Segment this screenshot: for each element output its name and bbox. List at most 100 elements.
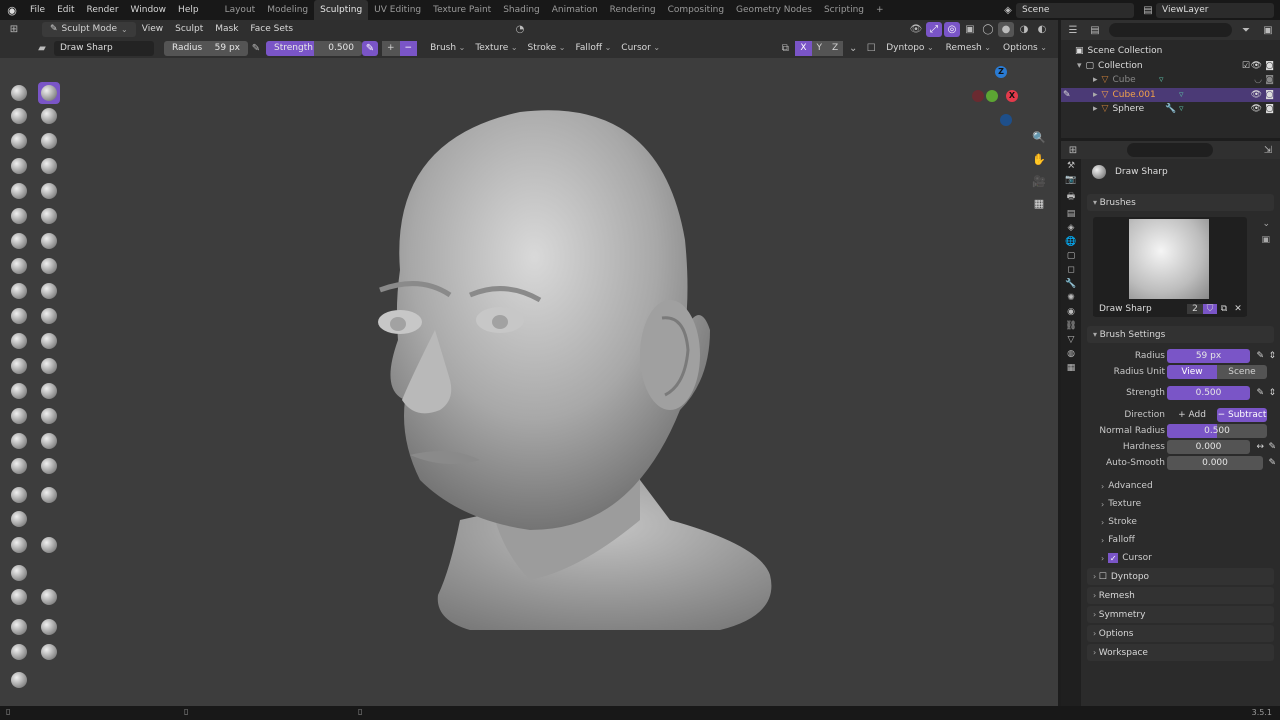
scale-icon[interactable] bbox=[8, 616, 30, 638]
options-menu[interactable]: Options bbox=[998, 43, 1052, 53]
invert-arrows-icon[interactable]: ↔ bbox=[1256, 442, 1264, 452]
camera-render-icon[interactable]: ◙ bbox=[1265, 75, 1274, 85]
gizmo-y-icon[interactable] bbox=[986, 90, 998, 102]
dyntopo-checkbox[interactable]: ☐ bbox=[1099, 572, 1107, 582]
subpanel-stroke[interactable]: › Stroke bbox=[1101, 515, 1137, 529]
menu-view[interactable]: View bbox=[136, 20, 169, 38]
chevron-down-icon[interactable]: ⌄ bbox=[845, 41, 861, 56]
new-collection-icon[interactable]: ▣ bbox=[1260, 23, 1276, 38]
properties-editor-icon[interactable]: ⊞ bbox=[1065, 143, 1081, 158]
navigation-gizmo[interactable]: Z X bbox=[972, 64, 1042, 126]
strength-pressure-icon[interactable]: ✎ bbox=[362, 40, 378, 56]
tool-43-icon[interactable] bbox=[38, 641, 60, 663]
clay-strips-icon[interactable] bbox=[38, 105, 60, 127]
modifier-tab-icon[interactable]: 🔧 bbox=[1065, 279, 1076, 289]
falloff-menu[interactable]: Falloff bbox=[570, 43, 616, 53]
multiplane-scrape-icon[interactable] bbox=[38, 230, 60, 252]
draw-icon[interactable] bbox=[8, 82, 30, 104]
expand-arrow-icon[interactable]: ▸ bbox=[1093, 90, 1098, 100]
crease-icon[interactable] bbox=[8, 180, 30, 202]
pin-icon[interactable]: ⇲ bbox=[1260, 143, 1276, 158]
3d-viewport[interactable]: ⊞ ✎ Sculpt Mode ⌄ View Sculpt Mask Face … bbox=[0, 20, 1058, 706]
layer-icon[interactable] bbox=[38, 130, 60, 152]
gizmo-x-icon[interactable]: X bbox=[1006, 90, 1018, 102]
scene-tab-icon[interactable]: ◈ bbox=[1068, 223, 1075, 233]
cloth-filter-icon[interactable] bbox=[8, 508, 30, 530]
gizmo-toggle-icon[interactable]: ⤢ bbox=[926, 22, 942, 37]
outliner-row-sphere[interactable]: ▸ ▽ Sphere 🔧 ▿ 👁 ◙ bbox=[1061, 102, 1280, 117]
render-tab-icon[interactable]: 📷 bbox=[1065, 175, 1076, 185]
pose-icon[interactable] bbox=[38, 305, 60, 327]
box-mask-icon[interactable] bbox=[8, 430, 30, 452]
properties-search-input[interactable] bbox=[1127, 143, 1213, 157]
scene-selector[interactable]: Scene bbox=[1016, 2, 1134, 18]
remesh-menu[interactable]: Remesh bbox=[941, 43, 996, 53]
radius-unit-scene-button[interactable]: Scene bbox=[1217, 365, 1267, 379]
pressure-icon[interactable]: ✎ bbox=[1256, 388, 1264, 398]
mode-selector[interactable]: ✎ Sculpt Mode ⌄ bbox=[42, 21, 136, 37]
expand-arrow-icon[interactable]: ▾ bbox=[1077, 61, 1082, 71]
view-layer-icon[interactable]: ▤ bbox=[1140, 3, 1156, 18]
world-tab-icon[interactable]: 🌐 bbox=[1065, 237, 1076, 247]
menu-file[interactable]: File bbox=[24, 0, 51, 20]
symmetry-x-button[interactable]: X bbox=[795, 40, 812, 56]
outliner-row-cube[interactable]: ▸ ▽ Cube ▿ ◡ ◙ bbox=[1061, 73, 1280, 88]
stroke-menu[interactable]: Stroke bbox=[523, 43, 571, 53]
grab-icon[interactable] bbox=[38, 255, 60, 277]
view-layer-tab-icon[interactable]: ▤ bbox=[1067, 209, 1076, 219]
shading-rendered-icon[interactable]: ◐ bbox=[1034, 22, 1050, 37]
tab-sculpting[interactable]: Sculpting bbox=[314, 0, 369, 20]
material-tab-icon[interactable]: ◍ bbox=[1067, 349, 1075, 359]
move-icon[interactable] bbox=[8, 586, 30, 608]
menu-edit[interactable]: Edit bbox=[51, 0, 80, 20]
particles-tab-icon[interactable]: ✺ bbox=[1067, 293, 1075, 303]
normal-radius-slider[interactable]: 0.500 bbox=[1167, 424, 1267, 438]
radius-unit-icon[interactable]: ⇕ bbox=[1268, 351, 1276, 361]
shading-material-icon[interactable]: ◑ bbox=[1016, 22, 1032, 37]
constraints-tab-icon[interactable]: ⛓ bbox=[1065, 321, 1076, 331]
eye-closed-icon[interactable]: ◡ bbox=[1254, 75, 1262, 85]
outliner-search-input[interactable] bbox=[1109, 23, 1232, 37]
remesh-panel-header[interactable]: › Remesh bbox=[1087, 587, 1274, 604]
perspective-grid-icon[interactable]: ▦ bbox=[1028, 192, 1050, 214]
tab-modeling[interactable]: Modeling bbox=[261, 0, 314, 20]
menu-mask[interactable]: Mask bbox=[209, 20, 244, 38]
tool-tab-icon[interactable]: ⚒ bbox=[1067, 161, 1075, 171]
scene-icon[interactable]: ◈ bbox=[1000, 3, 1016, 18]
pivot-icon[interactable]: ◔ bbox=[512, 22, 528, 37]
tab-scripting[interactable]: Scripting bbox=[818, 0, 870, 20]
menu-render[interactable]: Render bbox=[81, 0, 125, 20]
brushes-panel-header[interactable]: ▾ Brushes bbox=[1087, 194, 1274, 211]
clay-icon[interactable] bbox=[8, 105, 30, 127]
snake-hook-icon[interactable] bbox=[38, 280, 60, 302]
box-trim-icon[interactable] bbox=[38, 455, 60, 477]
fill-icon[interactable] bbox=[38, 205, 60, 227]
rotate-gizmo-icon[interactable] bbox=[38, 586, 60, 608]
gizmo-z-icon[interactable]: Z bbox=[995, 66, 1007, 78]
pinch-icon[interactable] bbox=[8, 255, 30, 277]
mesh-filter-icon[interactable] bbox=[38, 484, 60, 506]
dyntopo-menu[interactable]: Dyntopo bbox=[881, 43, 938, 53]
object-tab-icon[interactable]: ◻ bbox=[1067, 265, 1074, 275]
strength-field[interactable]: 0.500 bbox=[1167, 386, 1250, 400]
data-tab-icon[interactable]: ▽ bbox=[1068, 335, 1075, 345]
add-workspace-button[interactable]: + bbox=[870, 0, 890, 20]
direction-add-button[interactable]: + Add bbox=[1167, 408, 1217, 422]
radius-unit-view-button[interactable]: View bbox=[1167, 365, 1217, 379]
symmetry-z-button[interactable]: Z bbox=[827, 40, 844, 56]
pressure-icon[interactable]: ✎ bbox=[1268, 458, 1276, 468]
shading-solid-icon[interactable]: ● bbox=[998, 22, 1014, 37]
tab-layout[interactable]: Layout bbox=[219, 0, 262, 20]
duplicate-icon[interactable]: ⧉ bbox=[1217, 304, 1231, 314]
menu-help[interactable]: Help bbox=[172, 0, 205, 20]
camera-render-icon[interactable]: ◙ bbox=[1265, 104, 1274, 114]
editor-type-icon[interactable]: ⊞ bbox=[6, 22, 22, 37]
direction-subtract-button[interactable]: − bbox=[399, 40, 418, 56]
tool-42-icon[interactable] bbox=[8, 641, 30, 663]
color-filter-icon[interactable] bbox=[8, 534, 30, 556]
cursor-menu[interactable]: Cursor bbox=[616, 43, 665, 53]
subpanel-texture[interactable]: › Texture bbox=[1101, 497, 1141, 511]
hardness-field[interactable]: 0.000 bbox=[1167, 440, 1250, 454]
menu-window[interactable]: Window bbox=[125, 0, 173, 20]
fake-user-shield-icon[interactable]: ⛉ bbox=[1203, 304, 1217, 314]
